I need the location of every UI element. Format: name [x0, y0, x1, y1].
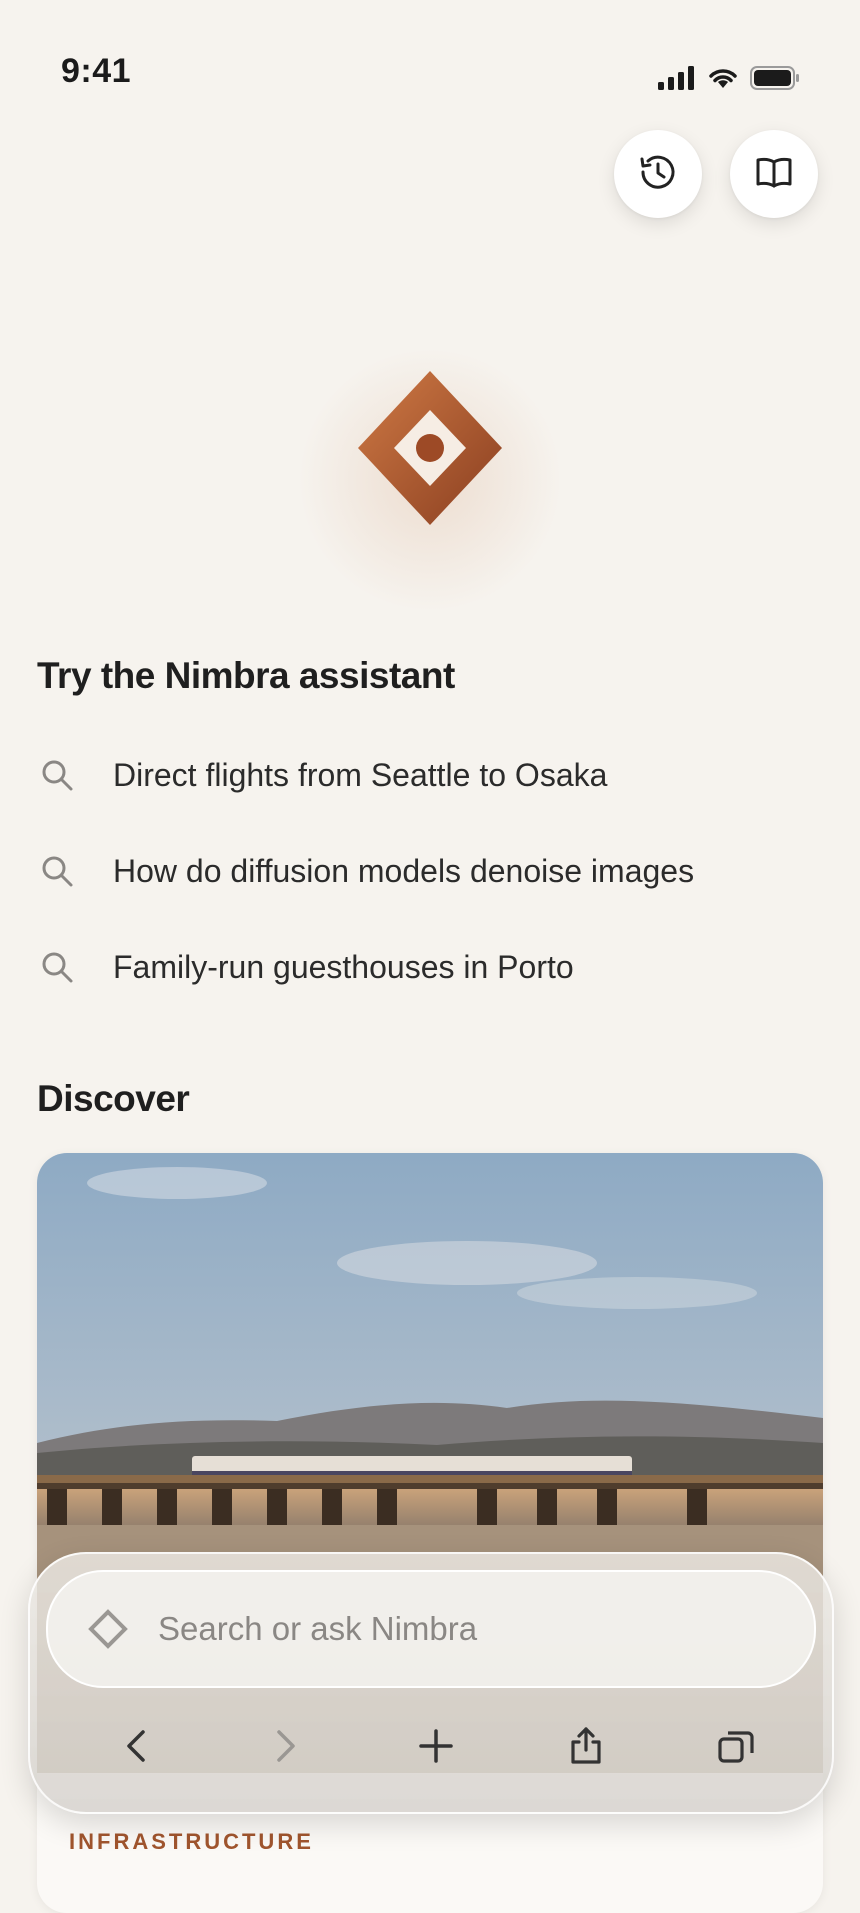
back-button[interactable]: [102, 1714, 170, 1782]
status-bar: 9:41: [0, 0, 860, 120]
history-icon: [636, 150, 680, 199]
share-button[interactable]: [552, 1714, 620, 1782]
suggestion-item[interactable]: Direct flights from Seattle to Osaka: [37, 740, 817, 810]
new-tab-button[interactable]: [402, 1714, 470, 1782]
battery-icon: [750, 66, 800, 95]
card-category: INFRASTRUCTURE: [69, 1829, 314, 1854]
suggestion-text: Family-run guesthouses in Porto: [113, 948, 574, 985]
assistant-title: Try the Nimbra assistant: [37, 655, 455, 696]
forward-icon: [271, 1726, 301, 1771]
search-input[interactable]: [156, 1609, 760, 1649]
status-icons: [658, 66, 800, 95]
wifi-icon: [706, 66, 740, 95]
bottom-toolbar: [28, 1552, 834, 1814]
suggestion-text: How do diffusion models denoise images: [113, 852, 695, 889]
nimbra-logo: [350, 368, 510, 533]
tabs-icon: [717, 1728, 755, 1769]
share-icon: [568, 1726, 604, 1771]
discover-title: Discover: [37, 1078, 190, 1119]
book-icon: [753, 151, 795, 198]
cellular-signal-icon: [658, 66, 696, 95]
forward-button[interactable]: [252, 1714, 320, 1782]
suggestion-item[interactable]: How do diffusion models denoise images: [37, 836, 817, 906]
nav-row: [30, 1714, 832, 1782]
suggestion-item[interactable]: Family-run guesthouses in Porto: [37, 932, 817, 1002]
history-button[interactable]: [614, 130, 702, 218]
suggestion-text: Direct flights from Seattle to Osaka: [113, 756, 608, 793]
tabs-button[interactable]: [702, 1714, 770, 1782]
search-icon: [37, 947, 77, 987]
status-time: 9:41: [61, 52, 132, 90]
search-icon: [37, 851, 77, 891]
plus-icon: [418, 1728, 454, 1769]
back-icon: [121, 1726, 151, 1771]
search-bar[interactable]: [46, 1570, 816, 1688]
search-icon: [37, 755, 77, 795]
library-button[interactable]: [730, 130, 818, 218]
nimbra-diamond-icon: [88, 1609, 128, 1649]
